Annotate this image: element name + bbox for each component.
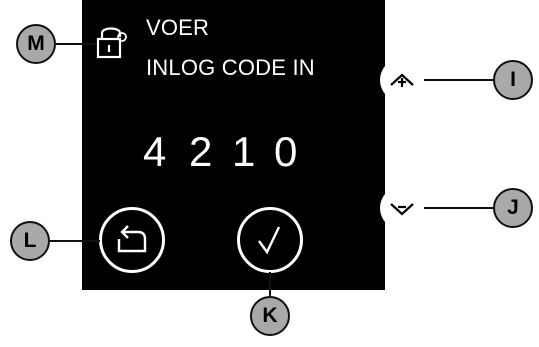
increment-button[interactable] xyxy=(380,58,424,102)
lock-icon xyxy=(96,27,127,59)
checkmark-icon xyxy=(258,226,281,255)
callout-l: L xyxy=(10,221,50,261)
callout-leader-l xyxy=(50,240,100,242)
callout-leader-k xyxy=(269,272,271,296)
code-digit: 0 xyxy=(274,128,298,175)
code-digit: 1 xyxy=(232,128,256,175)
prompt-title-line1: VOER xyxy=(146,15,210,40)
return-arrow-icon xyxy=(117,225,147,253)
callout-k: K xyxy=(250,296,290,336)
code-digit: 2 xyxy=(189,128,213,175)
caret-down-minus-icon xyxy=(390,203,414,216)
prompt-title-line2: INLOG CODE IN xyxy=(146,55,315,80)
callout-leader-j xyxy=(424,207,494,209)
decrement-button[interactable] xyxy=(380,186,424,230)
back-button[interactable] xyxy=(99,207,165,273)
callout-leader-i xyxy=(424,79,494,81)
callout-i: I xyxy=(493,60,533,100)
confirm-button[interactable] xyxy=(237,207,303,273)
code-digit: 4 xyxy=(143,128,167,175)
callout-j: J xyxy=(493,188,533,228)
caret-up-plus-icon xyxy=(390,73,414,87)
callout-leader-m xyxy=(56,43,96,45)
callout-m: M xyxy=(16,24,56,64)
